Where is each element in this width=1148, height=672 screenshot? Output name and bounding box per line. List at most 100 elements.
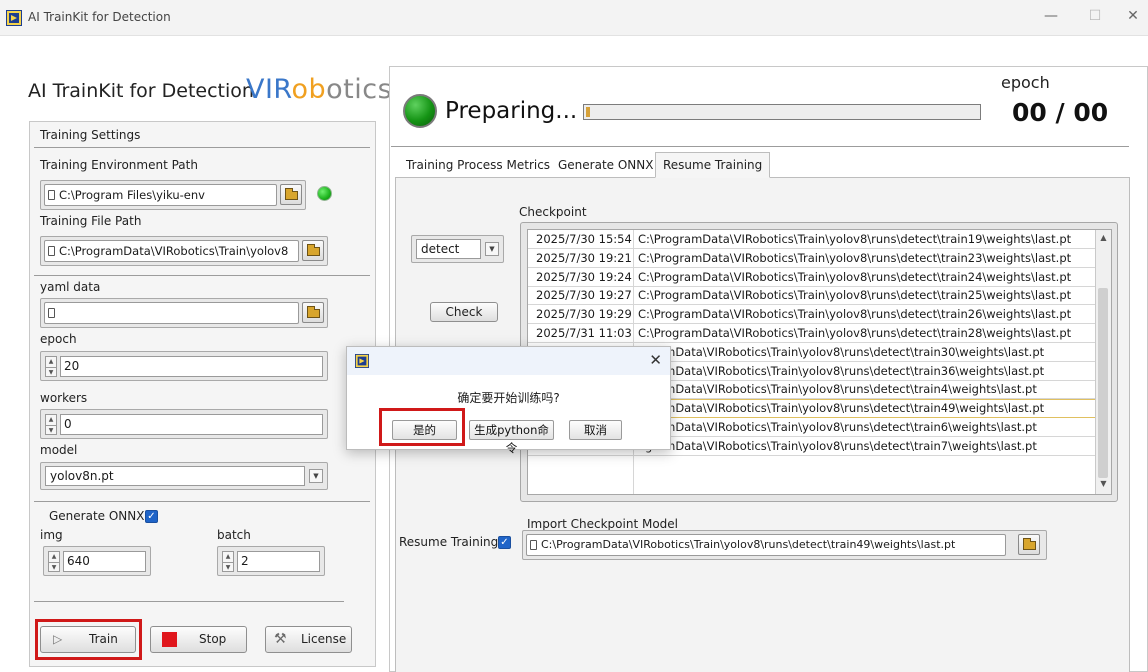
file-path-label: Training File Path bbox=[40, 214, 142, 228]
checkpoint-path: ogramData\VIRobotics\Train\yolov8\runs\d… bbox=[638, 438, 1037, 453]
dialog-close-icon[interactable]: ✕ bbox=[649, 351, 662, 369]
scroll-thumb[interactable] bbox=[1098, 288, 1108, 478]
wrench-icon: ⚒ bbox=[274, 631, 287, 647]
scroll-up-icon[interactable]: ▲ bbox=[1098, 233, 1109, 242]
epoch-control: ▲ ▼ 20 bbox=[40, 351, 328, 381]
app-heading: AI TrainKit for Detection bbox=[28, 80, 254, 102]
folder-icon bbox=[1023, 538, 1036, 550]
minimize-button[interactable]: — bbox=[1036, 8, 1066, 28]
checkpoint-path: ogramData\VIRobotics\Train\yolov8\runs\d… bbox=[638, 382, 1037, 397]
epoch-counter-value: 00 / 00 bbox=[1012, 98, 1109, 127]
divider bbox=[34, 147, 370, 148]
training-settings-label: Training Settings bbox=[40, 128, 141, 142]
table-row[interactable]: 2025/7/30 15:54 C:\ProgramData\VIRobotics… bbox=[528, 230, 1096, 249]
checkpoint-date: 2025/7/30 19:29 bbox=[536, 307, 632, 322]
table-row[interactable]: 2025/7/30 19:24 C:\ProgramData\VIRobotics… bbox=[528, 268, 1096, 287]
checkpoint-path: ogramData\VIRobotics\Train\yolov8\runs\d… bbox=[638, 344, 1045, 359]
resume-training-checkbox[interactable]: ✓ bbox=[498, 536, 511, 549]
table-row[interactable]: 2025/7/30 19:29 C:\ProgramData\VIRobotics… bbox=[528, 305, 1096, 325]
checkpoint-path: ogramData\VIRobotics\Train\yolov8\runs\d… bbox=[638, 420, 1037, 434]
file-path-control: C:\ProgramData\VIRobotics\Train\yolov8 bbox=[40, 236, 328, 266]
brand-part-2: ob bbox=[291, 74, 327, 105]
checkpoint-path: ogramData\VIRobotics\Train\yolov8\runs\d… bbox=[638, 363, 1045, 378]
batch-input[interactable]: 2 bbox=[237, 551, 320, 572]
onnx-checkbox[interactable]: ✓ bbox=[145, 510, 158, 523]
folder-icon bbox=[307, 244, 320, 256]
img-spinner[interactable]: ▲ ▼ bbox=[48, 551, 60, 572]
yaml-path-control bbox=[40, 298, 328, 328]
tab-training-metrics[interactable]: Training Process Metrics bbox=[398, 152, 558, 178]
import-browse-button[interactable] bbox=[1018, 534, 1040, 555]
folder-icon bbox=[285, 188, 298, 200]
env-path-field[interactable]: C:\Program Files\yiku-env bbox=[44, 184, 277, 206]
dialog-header bbox=[347, 347, 670, 375]
license-button[interactable]: ⚒ License bbox=[265, 626, 352, 653]
maximize-button[interactable]: ☐ bbox=[1080, 8, 1110, 28]
epoch-input[interactable]: 20 bbox=[60, 356, 323, 377]
table-row[interactable]: 2025/7/31 11:03 C:\ProgramData\VIRobotics… bbox=[528, 324, 1096, 343]
yaml-path-field[interactable] bbox=[44, 302, 299, 324]
divider bbox=[34, 275, 370, 276]
img-control: ▲ ▼ 640 bbox=[43, 546, 151, 576]
resume-training-label: Resume Training bbox=[399, 535, 499, 549]
batch-spinner[interactable]: ▲ ▼ bbox=[222, 551, 234, 572]
model-value: yolov8n.pt bbox=[45, 466, 305, 486]
status-text: Preparing... bbox=[445, 98, 578, 124]
stop-button[interactable]: Stop bbox=[150, 626, 247, 653]
yaml-browse-button[interactable] bbox=[302, 302, 324, 323]
app-icon bbox=[6, 10, 22, 26]
stop-button-label: Stop bbox=[199, 632, 227, 646]
path-icon bbox=[48, 308, 55, 318]
import-checkpoint-field[interactable]: C:\ProgramData\VIRobotics\Train\yolov8\r… bbox=[526, 534, 1006, 556]
checkpoint-path: C:\ProgramData\VIRobotics\Train\yolov8\r… bbox=[638, 288, 1072, 303]
dialog-python-button[interactable]: 生成python命令 bbox=[469, 420, 554, 455]
tab-resume-training[interactable]: Resume Training bbox=[655, 152, 771, 178]
env-browse-button[interactable] bbox=[280, 184, 302, 205]
checkpoint-path: C:\ProgramData\VIRobotics\Train\yolov8\r… bbox=[638, 250, 1072, 265]
path-icon bbox=[530, 540, 537, 550]
checkpoint-date: 2025/7/30 19:24 bbox=[536, 269, 632, 284]
app-icon bbox=[355, 354, 369, 368]
task-value: detect bbox=[416, 239, 481, 259]
table-row[interactable]: 2025/7/30 19:27 C:\ProgramData\VIRobotics… bbox=[528, 286, 1096, 306]
checkpoint-date: 2025/7/31 11:03 bbox=[536, 326, 632, 340]
task-select[interactable]: detect ▼ bbox=[411, 235, 504, 263]
checkpoint-path: C:\ProgramData\VIRobotics\Train\yolov8\r… bbox=[638, 326, 1072, 340]
table-row[interactable]: 2025/7/30 19:21 C:\ProgramData\VIRobotics… bbox=[528, 249, 1096, 268]
scroll-down-icon[interactable]: ▼ bbox=[1098, 479, 1109, 488]
checkpoint-path: ogramData\VIRobotics\Train\yolov8\runs\d… bbox=[638, 401, 1045, 416]
list-scrollbar[interactable]: ▲ ▼ bbox=[1095, 230, 1111, 494]
chevron-down-icon[interactable]: ▼ bbox=[309, 469, 323, 483]
dialog-cancel-button[interactable]: 取消 bbox=[569, 420, 622, 440]
brand-part-1: VIR bbox=[246, 74, 292, 105]
epoch-spinner[interactable]: ▲ ▼ bbox=[45, 356, 57, 377]
import-checkpoint-control: C:\ProgramData\VIRobotics\Train\yolov8\r… bbox=[522, 530, 1047, 560]
model-select[interactable]: yolov8n.pt ▼ bbox=[40, 462, 328, 490]
training-progress-bar bbox=[583, 104, 981, 120]
img-input[interactable]: 640 bbox=[63, 551, 146, 572]
brand-part-3: otics bbox=[326, 74, 393, 105]
workers-input[interactable]: 0 bbox=[60, 414, 323, 435]
checkpoint-path: C:\ProgramData\VIRobotics\Train\yolov8\r… bbox=[638, 269, 1072, 284]
workers-control: ▲ ▼ 0 bbox=[40, 409, 328, 439]
chevron-down-icon[interactable]: ▼ bbox=[485, 242, 499, 256]
tab-generate-onnx[interactable]: Generate ONNX bbox=[550, 152, 661, 178]
env-status-led bbox=[317, 186, 332, 201]
file-path-value: C:\ProgramData\VIRobotics\Train\yolov8 bbox=[59, 244, 289, 258]
close-window-button[interactable]: ✕ bbox=[1118, 8, 1148, 28]
file-browse-button[interactable] bbox=[302, 240, 324, 261]
path-icon bbox=[48, 246, 55, 256]
brand-logo: VIRobotics bbox=[246, 74, 392, 105]
file-path-field[interactable]: C:\ProgramData\VIRobotics\Train\yolov8 bbox=[44, 240, 299, 262]
divider bbox=[391, 146, 1129, 147]
workers-spinner[interactable]: ▲ ▼ bbox=[45, 414, 57, 435]
batch-label: batch bbox=[217, 528, 251, 542]
divider bbox=[34, 501, 370, 502]
window-title: AI TrainKit for Detection bbox=[28, 10, 171, 24]
train-highlight-frame bbox=[35, 619, 142, 660]
license-button-label: License bbox=[301, 632, 347, 646]
env-path-label: Training Environment Path bbox=[40, 158, 198, 172]
check-button[interactable]: Check bbox=[430, 302, 498, 322]
import-checkpoint-value: C:\ProgramData\VIRobotics\Train\yolov8\r… bbox=[541, 538, 956, 551]
yes-highlight-frame bbox=[379, 408, 465, 446]
